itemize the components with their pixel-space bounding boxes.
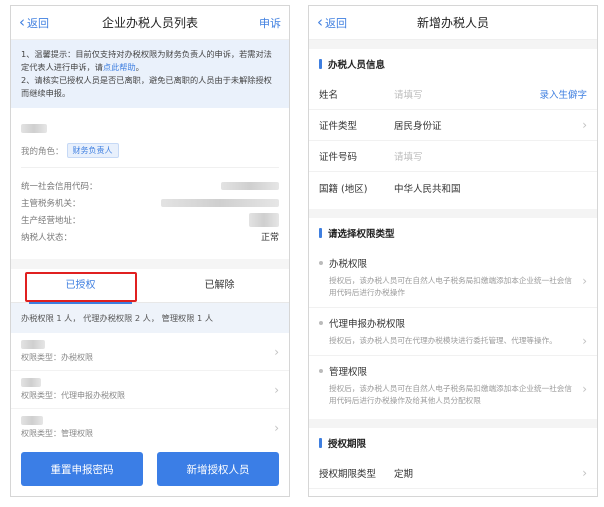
rare-char-button[interactable]: 录入生僻字 [539, 87, 587, 101]
id-number-input[interactable]: 请填写 [394, 149, 587, 163]
section-period: 授权期限 [309, 428, 597, 458]
redacted-value [249, 212, 279, 227]
redacted-value [221, 181, 279, 190]
perm-desc: 授权后，该办税人员可在自然人电子税务局扣缴端添加本企业统一社会信用代码后进行办税… [329, 384, 572, 405]
back-button[interactable]: ‹ 返回 [19, 15, 67, 31]
permission-type: 权限类型：管理权限 [21, 429, 93, 438]
enterprise-tax-staff-list-screen: ‹ 返回 企业办税人员列表 申诉 1、温馨提示：目前仅支持对办税权限为财务负责人… [10, 5, 290, 497]
perm-desc: 授权后，该办税人员可在自然人电子税务局扣缴端添加本企业统一社会信用代码后进行办税… [329, 276, 572, 297]
profile-block: 我的角色： 财务负责人 [11, 108, 289, 158]
id-number-row: 证件号码 请填写 [309, 141, 597, 172]
chevron-right-icon: › [582, 118, 587, 132]
list-item[interactable]: 权限类型：代理申报办税权限 › [11, 371, 289, 409]
info-label: 主管税务机关： [21, 198, 81, 209]
chevron-right-icon: › [274, 344, 279, 359]
redacted-name [21, 124, 47, 133]
page-title: 企业办税人员列表 [101, 16, 198, 30]
redacted-name [21, 416, 43, 425]
perm-desc: 授权后，该办税人员可在代理办税模块进行委托管理、代理等操作。 [329, 336, 557, 345]
name-row: 姓名 请填写 录入生僻字 [309, 79, 597, 110]
permission-summary: 办税权限 1 人， 代理办税权限 2 人， 管理权限 1 人 [11, 303, 289, 333]
redacted-name [21, 378, 41, 387]
id-type-row[interactable]: 证件类型 居民身份证 › [309, 110, 597, 141]
name-input[interactable]: 请填写 [394, 87, 539, 101]
permission-type: 权限类型：办税权限 [21, 353, 93, 362]
nationality-row: 国籍 (地区) 中华人民共和国 [309, 172, 597, 203]
list-item[interactable]: 权限类型：管理权限 › [11, 409, 289, 447]
chevron-right-icon: › [582, 334, 587, 348]
chevron-left-icon: ‹ [317, 13, 323, 31]
back-button[interactable]: ‹ 返回 [317, 15, 365, 31]
appeal-button[interactable]: 申诉 [233, 15, 281, 31]
chevron-right-icon: › [582, 466, 587, 480]
back-label: 返回 [325, 16, 347, 30]
info-row-status: 纳税人状态： 正常 [11, 228, 289, 245]
list-item[interactable]: 权限类型：办税权限 › [11, 333, 289, 371]
role-label: 我的角色： [21, 146, 64, 157]
chevron-right-icon: › [274, 420, 279, 435]
chevron-left-icon: ‹ [19, 13, 25, 31]
perm-title: 管理权限 [329, 367, 368, 378]
help-link[interactable]: 点此帮助 [103, 62, 136, 72]
permission-type: 权限类型：代理申报办税权限 [21, 391, 125, 400]
info-row-address: 生产经营地址： [11, 211, 289, 228]
role-tag: 财务负责人 [66, 143, 119, 158]
period-select[interactable]: 定期 [394, 466, 582, 480]
chevron-right-icon: › [582, 382, 587, 396]
status-value: 正常 [260, 233, 279, 243]
notice-line-1-end: 。 [135, 62, 144, 72]
tab-bar: 已授权 已解除 [11, 269, 289, 304]
perm-option-agent[interactable]: 代理申报办税权限 授权后，该办税人员可在代理办税模块进行委托管理、代理等操作。 … [309, 308, 597, 356]
section-title: 请选择权限类型 [328, 229, 395, 240]
field-label: 授权期限类型 [319, 469, 377, 480]
info-label: 生产经营地址： [21, 215, 81, 226]
field-label: 国籍 (地区) [319, 183, 368, 195]
chevron-right-icon: › [274, 382, 279, 397]
page-title: 新增办税人员 [416, 16, 489, 30]
info-label: 统一社会信用代码： [21, 181, 98, 192]
perm-title: 代理申报办税权限 [329, 319, 406, 330]
id-type-select[interactable]: 居民身份证 [394, 118, 582, 132]
field-label: 证件类型 [319, 121, 358, 132]
info-row-tax-authority: 主管税务机关： [11, 194, 289, 211]
notice-panel: 1、温馨提示：目前仅支持对办税权限为财务负责人的申诉，若需对法定代表人进行申诉，… [11, 40, 289, 108]
perm-option-tax[interactable]: 办税权限 授权后，该办税人员可在自然人电子税务局扣缴端添加本企业统一社会信用代码… [309, 248, 597, 308]
info-row-credit-code: 统一社会信用代码： [11, 177, 289, 194]
tab-revoked[interactable]: 已解除 [150, 269, 289, 303]
redacted-name [21, 340, 45, 349]
tab-authorized[interactable]: 已授权 [11, 269, 150, 304]
redacted-value [161, 198, 279, 207]
notice-line-1: 1、温馨提示：目前仅支持对办税权限为财务负责人的申诉，若需对法定代表人进行申诉，… [21, 49, 272, 72]
perm-option-admin[interactable]: 管理权限 授权后，该办税人员可在自然人电子税务局扣缴端添加本企业统一社会信用代码… [309, 356, 597, 415]
nav-bar: ‹ 返回 企业办税人员列表 申诉 [11, 6, 289, 40]
add-authorized-staff-button[interactable]: 新增授权人员 [157, 452, 279, 486]
section-staff-info: 办税人员信息 [309, 49, 597, 79]
nav-bar: ‹ 返回 新增办税人员 [309, 6, 597, 40]
nationality-value: 中华人民共和国 [394, 183, 461, 195]
period-row[interactable]: 授权期限类型 定期 › [309, 458, 597, 489]
bottom-actions: 重置申报密码 新增授权人员 [11, 444, 289, 496]
back-label: 返回 [27, 16, 49, 30]
section-title: 授权期限 [328, 439, 367, 450]
field-label: 姓名 [319, 90, 339, 101]
field-label: 证件号码 [319, 152, 358, 163]
chevron-right-icon: › [582, 274, 587, 288]
notice-line-2: 2、请核实已授权人员是否已离职，避免已离职的人员由于未解除授权而继续申报。 [21, 75, 272, 98]
reset-password-button[interactable]: 重置申报密码 [21, 452, 143, 486]
section-permission-type: 请选择权限类型 [309, 218, 597, 248]
perm-title: 办税权限 [329, 259, 368, 270]
role-row: 我的角色： 财务负责人 [21, 143, 279, 158]
section-title: 办税人员信息 [328, 60, 386, 71]
info-label: 纳税人状态： [21, 232, 73, 243]
add-tax-staff-screen: ‹ 返回 新增办税人员 办税人员信息 姓名 请填写 录入生僻字 证件类型 居民身… [308, 5, 598, 497]
